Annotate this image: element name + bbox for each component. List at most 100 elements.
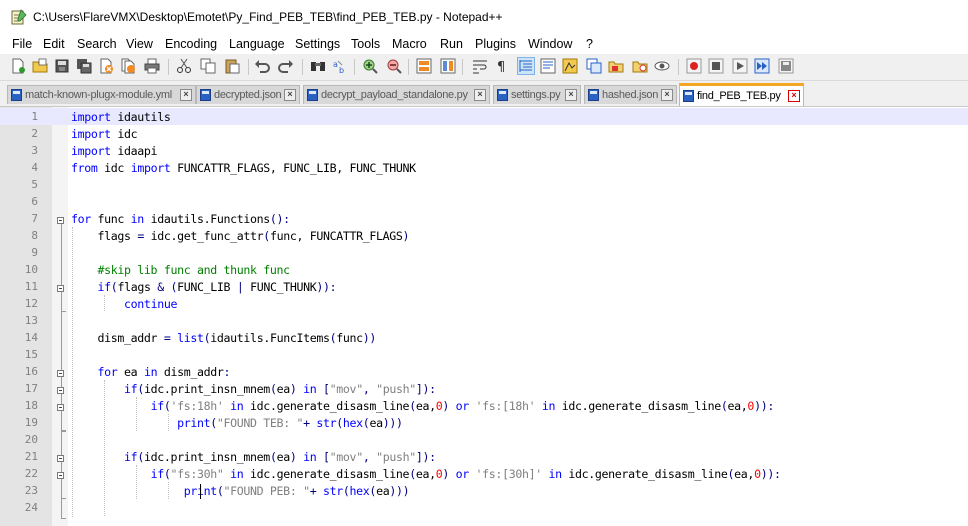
eye-icon[interactable]: [654, 58, 670, 74]
fold-toggle-icon[interactable]: [57, 217, 64, 224]
zoom-out-icon[interactable]: [386, 58, 402, 74]
line-number: 6: [31, 195, 38, 208]
save-all-icon[interactable]: [76, 58, 92, 74]
folder-workspace-icon[interactable]: [608, 58, 624, 74]
menu-run[interactable]: Run: [440, 37, 463, 51]
menu-language[interactable]: Language: [229, 37, 285, 51]
code-text: from idc import FUNCATTR_FLAGS, FUNC_LIB…: [71, 161, 416, 175]
code-line[interactable]: 11 if(flags & (FUNC_LIB | FUNC_THUNK)):: [0, 278, 968, 295]
print-icon[interactable]: [144, 58, 160, 74]
menu-help[interactable]: ?: [586, 37, 593, 51]
function-list-icon[interactable]: [586, 58, 602, 74]
code-line[interactable]: 8 flags = idc.get_func_attr(func, FUNCAT…: [0, 227, 968, 244]
code-text: dism_addr = list(idautils.FuncItems(func…: [71, 331, 377, 345]
code-line[interactable]: 14 dism_addr = list(idautils.FuncItems(f…: [0, 329, 968, 346]
close-tab-icon[interactable]: ×: [180, 89, 192, 101]
fold-toggle-icon[interactable]: [57, 387, 64, 394]
code-line[interactable]: 6: [0, 193, 968, 210]
code-line[interactable]: 2 import idc: [0, 125, 968, 142]
code-line[interactable]: 24: [0, 499, 968, 516]
tab-label: hashed.json: [602, 89, 659, 101]
tab-hashed-json[interactable]: hashed.json ×: [584, 85, 677, 104]
user-language-icon[interactable]: [540, 58, 556, 74]
menu-macro[interactable]: Macro: [392, 37, 427, 51]
run-macro-multiple-icon[interactable]: [754, 58, 770, 74]
sync-vertical-icon[interactable]: [416, 58, 432, 74]
code-editor[interactable]: 1 import idautils 2 import idc 3 import …: [0, 106, 968, 526]
code-line[interactable]: 13: [0, 312, 968, 329]
code-text: flags = idc.get_func_attr(func, FUNCATTR…: [71, 229, 410, 243]
menu-encoding[interactable]: Encoding: [165, 37, 217, 51]
monitoring-icon[interactable]: [632, 58, 648, 74]
menu-search[interactable]: Search: [77, 37, 117, 51]
fold-toggle-icon[interactable]: [57, 370, 64, 377]
save-macro-icon[interactable]: [778, 58, 794, 74]
fold-toggle-icon[interactable]: [57, 285, 64, 292]
close-tab-icon[interactable]: ×: [284, 89, 296, 101]
code-line[interactable]: 4 from idc import FUNCATTR_FLAGS, FUNC_L…: [0, 159, 968, 176]
menu-settings[interactable]: Settings: [295, 37, 340, 51]
code-line[interactable]: 9: [0, 244, 968, 261]
code-text: import idaapi: [71, 144, 158, 158]
notepad-plus-plus-icon: [11, 9, 27, 25]
tab-decrypt-payload-standalone[interactable]: decrypt_payload_standalone.py ×: [303, 85, 490, 104]
indent-guide-icon[interactable]: [517, 57, 535, 75]
code-line[interactable]: 20: [0, 431, 968, 448]
cut-icon[interactable]: [176, 58, 192, 74]
close-tab-icon[interactable]: ×: [661, 89, 673, 101]
close-all-icon[interactable]: [120, 58, 136, 74]
line-number: 11: [24, 280, 38, 293]
indent-guide: [168, 414, 169, 431]
close-tab-icon[interactable]: ×: [565, 89, 577, 101]
menu-tools[interactable]: Tools: [351, 37, 380, 51]
close-tab-icon[interactable]: ×: [788, 90, 800, 102]
code-line[interactable]: 10 #skip lib func and thunk func: [0, 261, 968, 278]
tab-match-known-plugx-module[interactable]: match-known-plugx-module.yml ×: [7, 85, 196, 104]
code-line[interactable]: 17 if(idc.print_insn_mnem(ea) in ["mov",…: [0, 380, 968, 397]
code-line[interactable]: 23 print("FOUND PEB: "+ str(hex(ea))): [0, 482, 968, 499]
code-line[interactable]: 19 print("FOUND TEB: "+ str(hex(ea))): [0, 414, 968, 431]
code-line[interactable]: 5: [0, 176, 968, 193]
redo-icon[interactable]: [278, 58, 294, 74]
tab-decrypted-json[interactable]: decrypted.json ×: [196, 85, 300, 104]
menu-window[interactable]: Window: [528, 37, 572, 51]
code-line[interactable]: 12 continue: [0, 295, 968, 312]
undo-icon[interactable]: [254, 58, 270, 74]
find-icon[interactable]: [310, 58, 326, 74]
code-line[interactable]: 15: [0, 346, 968, 363]
save-icon[interactable]: [54, 58, 70, 74]
line-number: 17: [24, 382, 38, 395]
zoom-in-icon[interactable]: [362, 58, 378, 74]
fold-toggle-icon[interactable]: [57, 472, 64, 479]
word-wrap-icon[interactable]: [472, 58, 488, 74]
code-line[interactable]: 18 if('fs:18h' in idc.generate_disasm_li…: [0, 397, 968, 414]
replace-icon[interactable]: ab: [332, 58, 348, 74]
new-file-icon[interactable]: [10, 58, 26, 74]
paste-icon[interactable]: [224, 58, 240, 74]
open-file-icon[interactable]: [32, 58, 48, 74]
tab-settings-py[interactable]: settings.py ×: [493, 85, 581, 104]
code-line[interactable]: 21 if(idc.print_insn_mnem(ea) in ["mov",…: [0, 448, 968, 465]
show-all-chars-icon[interactable]: ¶: [494, 58, 510, 74]
doc-map-icon[interactable]: [562, 58, 578, 74]
code-line[interactable]: 7 for func in idautils.Functions():: [0, 210, 968, 227]
code-line[interactable]: 16 for ea in dism_addr:: [0, 363, 968, 380]
sync-horizontal-icon[interactable]: [440, 58, 456, 74]
code-line[interactable]: 22 if("fs:30h" in idc.generate_disasm_li…: [0, 465, 968, 482]
menu-file[interactable]: File: [12, 37, 32, 51]
copy-icon[interactable]: [200, 58, 216, 74]
menu-edit[interactable]: Edit: [43, 37, 65, 51]
close-tab-icon[interactable]: ×: [474, 89, 486, 101]
code-line[interactable]: 1 import idautils: [0, 108, 968, 125]
tab-find-peb-teb[interactable]: find_PEB_TEB.py ×: [679, 83, 804, 106]
menu-plugins[interactable]: Plugins: [475, 37, 516, 51]
play-macro-icon[interactable]: [732, 58, 748, 74]
line-number: 8: [31, 229, 38, 242]
fold-toggle-icon[interactable]: [57, 404, 64, 411]
menu-view[interactable]: View: [126, 37, 153, 51]
fold-toggle-icon[interactable]: [57, 455, 64, 462]
code-line[interactable]: 3 import idaapi: [0, 142, 968, 159]
stop-macro-icon[interactable]: [708, 58, 724, 74]
record-macro-icon[interactable]: [686, 58, 702, 74]
close-icon[interactable]: [98, 58, 114, 74]
